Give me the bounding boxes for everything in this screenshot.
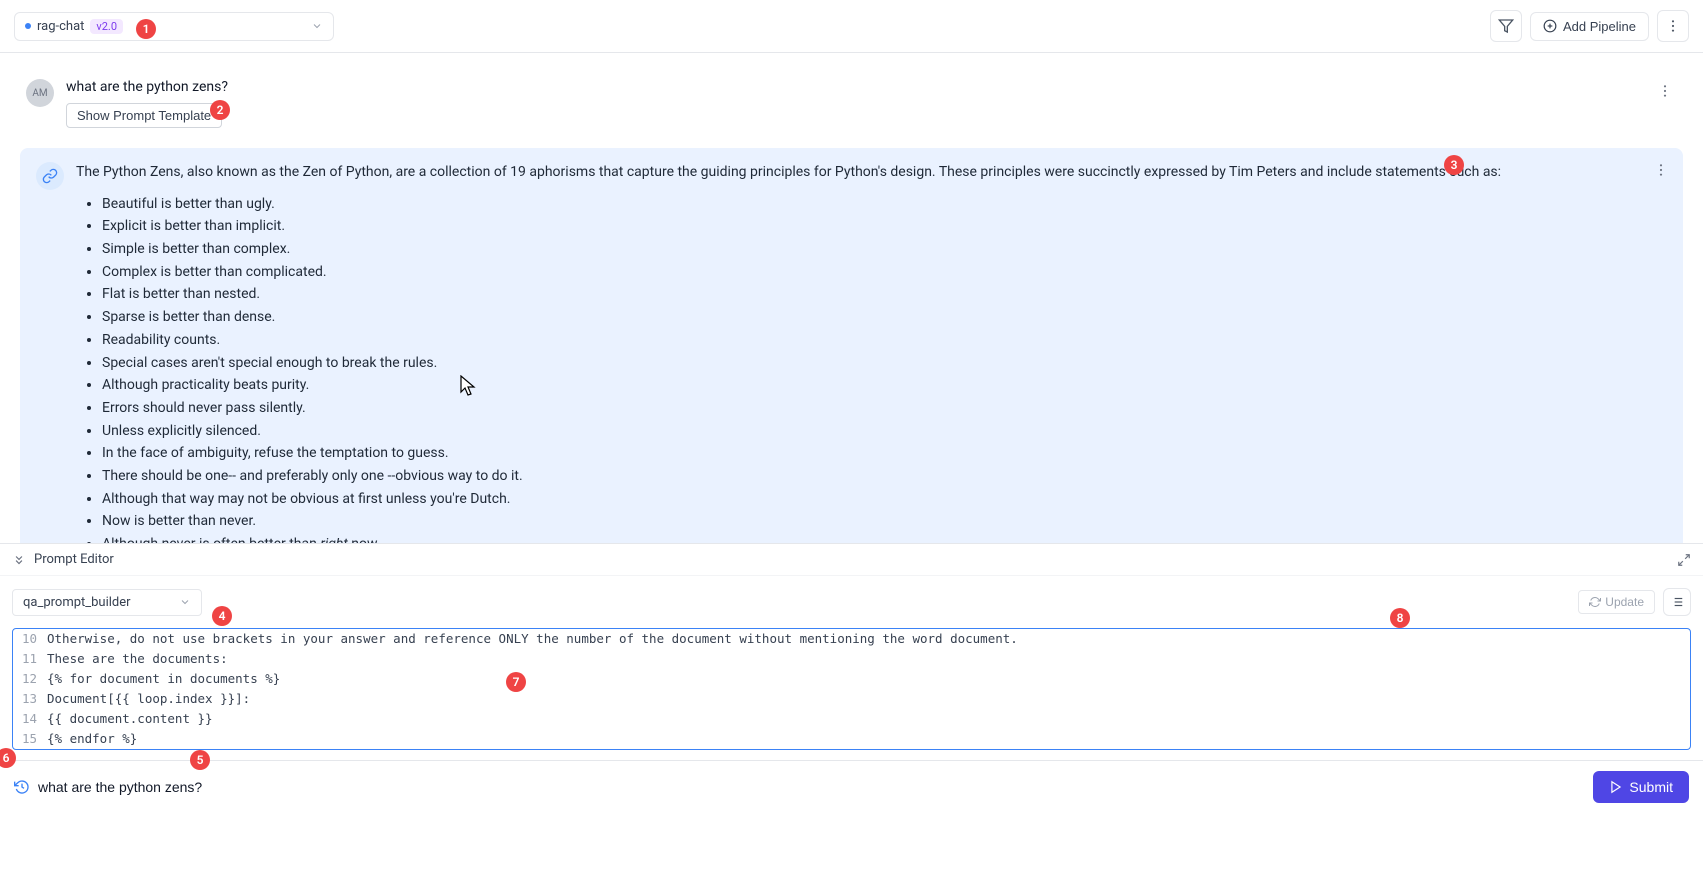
user-message: AM what are the python zens? Show Prompt… <box>20 73 1683 142</box>
editor-toolbar: qa_prompt_builder Update <box>0 576 1703 628</box>
user-avatar: AM <box>26 79 54 107</box>
filter-button[interactable] <box>1490 10 1522 42</box>
zen-item: Now is better than never. <box>102 511 1667 533</box>
plus-circle-icon <box>1543 19 1557 33</box>
pipeline-select[interactable]: rag-chat v2.0 <box>14 12 334 41</box>
zen-item: Although practicality beats purity. <box>102 375 1667 397</box>
prompt-editor-title: Prompt Editor <box>34 552 114 567</box>
zen-item: There should be one-- and preferably onl… <box>102 466 1667 488</box>
zen-item: Although never is often better than righ… <box>102 534 1667 543</box>
submit-button[interactable]: Submit <box>1593 771 1689 803</box>
submit-label: Submit <box>1629 779 1673 795</box>
status-dot-icon <box>25 23 31 29</box>
zen-item: Errors should never pass silently. <box>102 398 1667 420</box>
zen-item: Unless explicitly silenced. <box>102 421 1667 443</box>
code-editor[interactable]: 10Otherwise, do not use brackets in your… <box>12 628 1691 750</box>
ai-message-more-button[interactable] <box>1649 158 1673 182</box>
ai-message: The Python Zens, also known as the Zen o… <box>20 148 1683 543</box>
update-label: Update <box>1605 595 1644 609</box>
zen-list: Beautiful is better than ugly.Explicit i… <box>102 194 1667 543</box>
chat-area: AM what are the python zens? Show Prompt… <box>0 53 1703 543</box>
code-line[interactable]: 13Document[{{ loop.index }}]: <box>13 689 1690 709</box>
prompt-builder-value: qa_prompt_builder <box>23 595 131 610</box>
user-message-more-button[interactable] <box>1653 79 1677 103</box>
add-pipeline-button[interactable]: Add Pipeline <box>1530 12 1649 41</box>
query-input[interactable] <box>38 779 1585 795</box>
pipeline-name: rag-chat <box>37 19 84 34</box>
submit-bar: Submit <box>0 760 1703 813</box>
prompt-editor-header: Prompt Editor <box>0 544 1703 576</box>
code-line[interactable]: 14{{ document.content }} <box>13 709 1690 729</box>
update-button[interactable]: Update <box>1578 590 1655 614</box>
zen-item: Although that way may not be obvious at … <box>102 489 1667 511</box>
zen-item: Flat is better than nested. <box>102 284 1667 306</box>
code-line[interactable]: 10Otherwise, do not use brackets in your… <box>13 629 1690 649</box>
prompt-builder-select[interactable]: qa_prompt_builder <box>12 589 202 616</box>
zen-item: Simple is better than complex. <box>102 239 1667 261</box>
code-line[interactable]: 11These are the documents: <box>13 649 1690 669</box>
link-icon <box>42 168 58 184</box>
show-prompt-template-button[interactable]: Show Prompt Template <box>66 103 222 128</box>
top-header: rag-chat v2.0 Add Pipeline <box>0 0 1703 53</box>
header-actions: Add Pipeline <box>1490 10 1689 42</box>
code-line[interactable]: 12{% for document in documents %} <box>13 669 1690 689</box>
zen-item: Complex is better than complicated. <box>102 262 1667 284</box>
chevron-down-icon <box>179 596 191 608</box>
user-message-text: what are the python zens? <box>66 79 228 95</box>
code-line[interactable]: 15{% endfor %} <box>13 729 1690 749</box>
zen-item: Explicit is better than implicit. <box>102 216 1667 238</box>
history-icon[interactable] <box>14 779 30 795</box>
add-pipeline-label: Add Pipeline <box>1563 19 1636 34</box>
collapse-icon[interactable] <box>12 553 26 567</box>
expand-icon[interactable] <box>1677 553 1691 567</box>
zen-item: Special cases aren't special enough to b… <box>102 353 1667 375</box>
ai-avatar <box>36 162 64 190</box>
zen-item: Beautiful is better than ugly. <box>102 194 1667 216</box>
chevron-down-icon <box>311 20 323 32</box>
refresh-icon <box>1589 596 1601 608</box>
prompt-editor-panel: Prompt Editor qa_prompt_builder Update 1… <box>0 543 1703 750</box>
ai-message-body: The Python Zens, also known as the Zen o… <box>76 162 1667 543</box>
zen-item: Sparse is better than dense. <box>102 307 1667 329</box>
header-more-button[interactable] <box>1657 10 1689 42</box>
send-icon <box>1609 780 1623 794</box>
zen-item: Readability counts. <box>102 330 1667 352</box>
pipeline-version-badge: v2.0 <box>90 19 123 34</box>
list-view-button[interactable] <box>1663 588 1691 616</box>
ai-intro-text: The Python Zens, also known as the Zen o… <box>76 162 1667 184</box>
zen-item: In the face of ambiguity, refuse the tem… <box>102 443 1667 465</box>
